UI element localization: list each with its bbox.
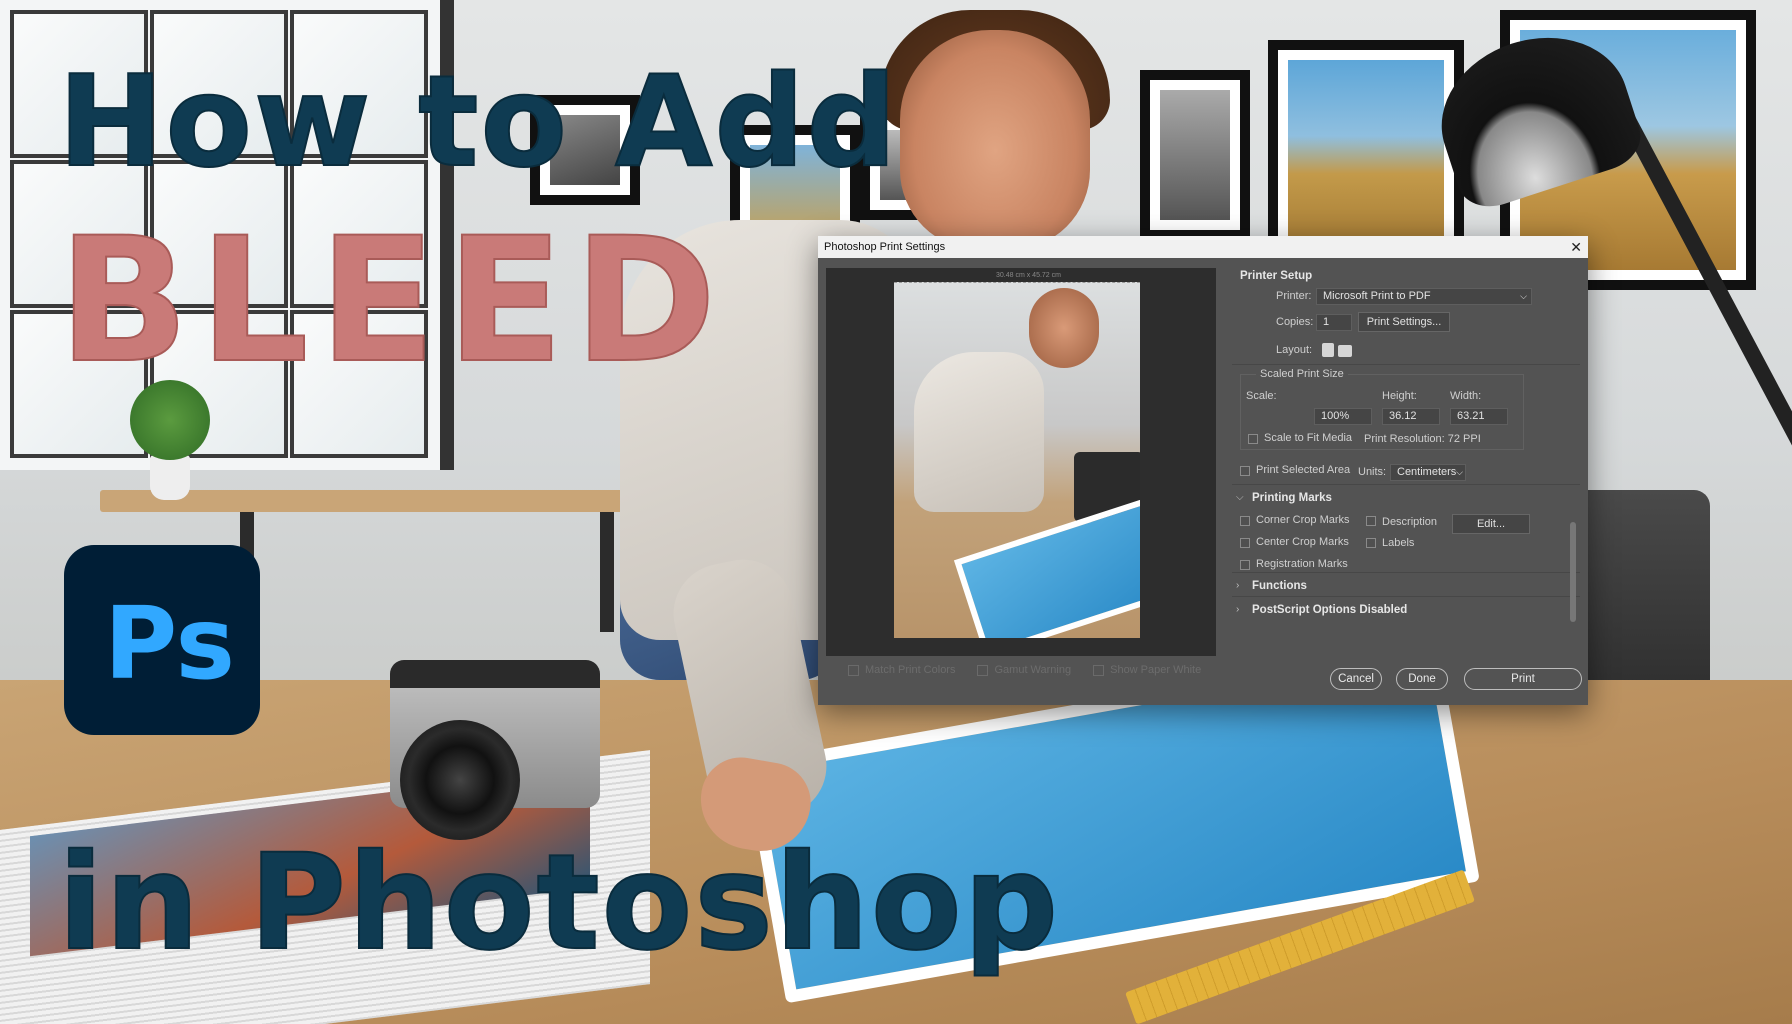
- portrait-layout-icon[interactable]: [1322, 343, 1334, 357]
- printer-setup-title: Printer Setup: [1240, 270, 1313, 282]
- center-crop-label: Center Crop Marks: [1256, 536, 1349, 548]
- copies-input[interactable]: 1: [1316, 314, 1352, 331]
- title-line-1: How to Add: [57, 47, 899, 196]
- title-line-3: in Photoshop: [57, 825, 1061, 981]
- photoshop-logo-icon: Ps: [64, 545, 260, 735]
- printer-select[interactable]: Microsoft Print to PDF ⌵: [1316, 288, 1532, 305]
- copies-label: Copies:: [1276, 316, 1314, 328]
- settings-panel: Printer Setup Printer: Microsoft Print t…: [1232, 268, 1580, 656]
- functions-title[interactable]: Functions: [1252, 580, 1307, 592]
- description-label: Description: [1382, 516, 1438, 528]
- width-input[interactable]: 63.21: [1450, 408, 1508, 425]
- labels-checkbox[interactable]: [1366, 538, 1376, 548]
- close-icon[interactable]: ✕: [1570, 236, 1582, 258]
- print-selected-area-label: Print Selected Area: [1256, 464, 1351, 476]
- chevron-down-icon[interactable]: ⌵: [1236, 492, 1244, 503]
- layout-label: Layout:: [1276, 344, 1313, 356]
- title-line-2: BLEED: [57, 199, 727, 402]
- checkbox[interactable]: [848, 664, 859, 676]
- show-paper-white-option[interactable]: Show Paper White: [1093, 664, 1201, 676]
- cancel-button[interactable]: Cancel: [1330, 668, 1382, 690]
- gamut-warning-option[interactable]: Gamut Warning: [977, 664, 1071, 676]
- scale-to-fit-checkbox[interactable]: [1248, 434, 1258, 444]
- dialog-title: Photoshop Print Settings: [824, 241, 946, 253]
- chevron-right-icon[interactable]: ›: [1236, 604, 1239, 615]
- units-select[interactable]: Centimeters ⌵: [1390, 464, 1466, 481]
- landscape-layout-icon[interactable]: [1338, 345, 1352, 357]
- print-selected-area-checkbox[interactable]: [1240, 466, 1250, 476]
- height-label: Height:: [1382, 390, 1417, 402]
- print-settings-button[interactable]: Print Settings...: [1358, 312, 1450, 332]
- dialog-titlebar[interactable]: Photoshop Print Settings ✕: [818, 236, 1588, 258]
- chevron-right-icon[interactable]: ›: [1236, 580, 1239, 591]
- print-button[interactable]: Print: [1464, 668, 1582, 690]
- print-resolution: Print Resolution: 72 PPI: [1364, 433, 1481, 445]
- preview-options: Match Print Colors Gamut Warning Show Pa…: [848, 664, 1201, 676]
- chevron-down-icon: ⌵: [1520, 291, 1527, 301]
- preview-size-rule: [894, 282, 1140, 284]
- preview-image: [894, 282, 1140, 638]
- wall-frame-4: [1140, 70, 1250, 240]
- person-head: [900, 30, 1090, 250]
- corner-crop-label: Corner Crop Marks: [1256, 514, 1350, 526]
- postscript-title[interactable]: PostScript Options Disabled: [1252, 604, 1407, 616]
- checkbox[interactable]: [1093, 664, 1105, 676]
- corner-crop-checkbox[interactable]: [1240, 516, 1250, 526]
- edit-button[interactable]: Edit...: [1452, 514, 1530, 534]
- match-print-colors-option[interactable]: Match Print Colors: [848, 664, 955, 676]
- plant-pot: [150, 455, 190, 500]
- registration-checkbox[interactable]: [1240, 560, 1250, 570]
- chevron-down-icon: ⌵: [1456, 467, 1463, 477]
- center-crop-checkbox[interactable]: [1240, 538, 1250, 548]
- labels-label: Labels: [1382, 537, 1415, 549]
- scaled-print-size-title: Scaled Print Size: [1256, 368, 1348, 380]
- printing-marks-title[interactable]: Printing Marks: [1252, 492, 1332, 504]
- checkbox[interactable]: [977, 664, 989, 676]
- scale-input[interactable]: 100%: [1314, 408, 1372, 425]
- units-label: Units:: [1358, 466, 1387, 478]
- camera-lens: [400, 720, 520, 840]
- registration-label: Registration Marks: [1256, 558, 1348, 570]
- height-input[interactable]: 36.12: [1382, 408, 1440, 425]
- print-preview: 30.48 cm x 45.72 cm: [826, 268, 1216, 656]
- done-button[interactable]: Done: [1396, 668, 1448, 690]
- settings-scrollbar[interactable]: [1568, 372, 1578, 652]
- print-settings-dialog: Photoshop Print Settings ✕ 30.48 cm x 45…: [818, 236, 1588, 705]
- width-label: Width:: [1450, 390, 1482, 402]
- preview-size-label: 30.48 cm x 45.72 cm: [996, 272, 1061, 279]
- ps-logo-text: Ps: [104, 585, 236, 702]
- scale-to-fit-label: Scale to Fit Media: [1264, 432, 1353, 444]
- printer-label: Printer:: [1276, 290, 1312, 302]
- scale-label: Scale:: [1246, 390, 1277, 402]
- description-checkbox[interactable]: [1366, 516, 1376, 526]
